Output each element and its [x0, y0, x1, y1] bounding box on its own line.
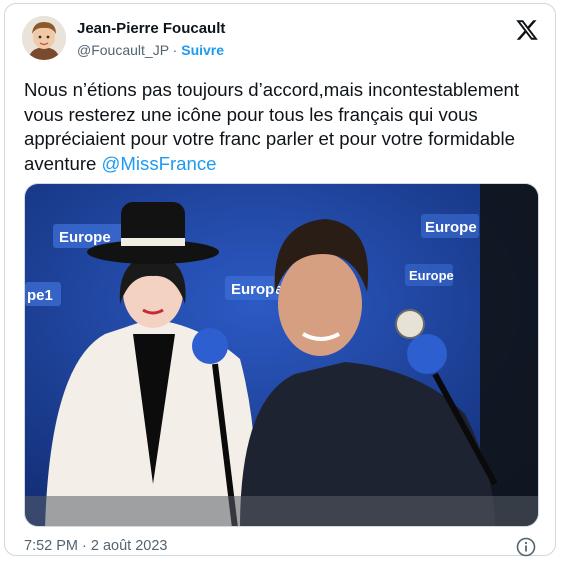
tweet-body: Nous n’étions pas toujours d’accord,mais…: [24, 79, 520, 174]
studio-logo: Europe: [425, 219, 477, 236]
mention-link[interactable]: @MissFrance: [102, 153, 217, 174]
separator-dot: ·: [172, 42, 178, 58]
follow-button[interactable]: Suivre: [181, 42, 224, 58]
info-icon[interactable]: [516, 537, 536, 557]
avatar-image: [22, 16, 66, 60]
tweet-text: Nous n’étions pas toujours d’accord,mais…: [24, 78, 539, 176]
photo-image: Europe pe1 Europe Europe Europe: [25, 184, 538, 526]
author-handle[interactable]: @Foucault_JP: [77, 42, 169, 58]
tweet-photo[interactable]: Europe pe1 Europe Europe Europe: [24, 183, 539, 527]
studio-logo-partial: pe1: [27, 287, 53, 304]
studio-logo: Europe: [409, 268, 454, 283]
author-handle-row: @Foucault_JP · Suivre: [77, 42, 224, 58]
tweet-timestamp[interactable]: 7:52 PM · 2 août 2023: [24, 538, 168, 554]
studio-logo: Europe: [59, 229, 111, 246]
tweet-card[interactable]: Jean-Pierre Foucault @Foucault_JP · Suiv…: [4, 3, 556, 557]
x-logo-icon[interactable]: [515, 18, 539, 42]
author-name[interactable]: Jean-Pierre Foucault: [77, 20, 225, 37]
avatar[interactable]: [22, 16, 66, 60]
